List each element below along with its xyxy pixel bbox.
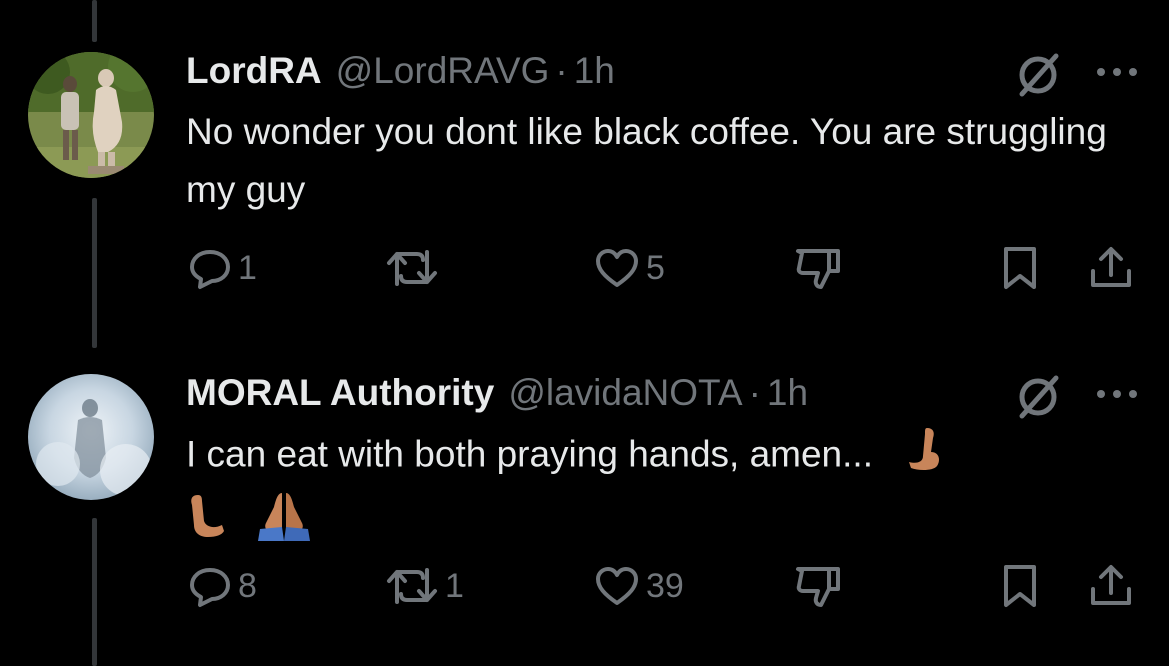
reply-count: 1 [238,248,257,287]
thumbs-down-icon [796,567,840,607]
heart-icon [596,249,638,287]
tweet-2[interactable]: MORAL Authority @lavidaNOTA · 1h I can e… [0,330,1169,666]
like-count: 5 [646,248,665,287]
timestamp[interactable]: 1h [574,50,615,92]
timestamp[interactable]: 1h [767,372,808,414]
tweet-actions: 1 5 [0,238,1169,298]
avatar[interactable] [28,52,154,178]
bookmark-button[interactable] [1000,556,1040,616]
retweet-icon [387,568,437,604]
retweet-button[interactable] [385,238,445,298]
folded-hands-emoji [256,489,312,558]
tweet-actions: 8 1 39 [0,556,1169,616]
display-name[interactable]: MORAL Authority [186,372,494,414]
reply-count: 8 [238,566,257,605]
reply-button[interactable]: 1 [188,238,257,298]
tweet-text: I can eat with both praying hands, amen.… [186,424,1146,558]
grok-icon[interactable] [1014,51,1062,99]
share-icon [1091,247,1131,287]
tweet-header: MORAL Authority @lavidaNOTA · 1h [186,372,808,414]
tweet-1[interactable]: LordRA @LordRAVG · 1h No wonder you dont… [0,0,1169,330]
retweet-icon [387,250,437,286]
tweet-text: No wonder you dont like black coffee. Yo… [186,111,1107,210]
share-icon [1091,565,1131,605]
tweet-header: LordRA @LordRAVG · 1h [186,50,615,92]
reply-button[interactable]: 8 [188,556,257,616]
more-options-icon[interactable] [1094,62,1140,82]
separator: · [748,372,761,413]
flexed-biceps-left-emoji [186,491,226,556]
more-options-icon[interactable] [1094,384,1140,404]
share-button[interactable] [1088,238,1134,298]
flexed-biceps-right-emoji [905,424,945,489]
user-handle[interactable]: @lavidaNOTA [508,372,742,414]
thumbs-down-icon [796,249,840,289]
like-button[interactable]: 5 [594,238,665,298]
user-handle[interactable]: @LordRAVG [336,50,550,92]
tweet-text-body: I can eat with both praying hands, amen.… [186,433,873,475]
retweet-button[interactable]: 1 [385,556,464,616]
bookmark-icon [1004,565,1036,607]
downvote-button[interactable] [793,238,843,298]
reply-icon [190,568,230,607]
grok-icon[interactable] [1014,373,1062,421]
retweet-count: 1 [445,566,464,605]
separator: · [555,50,568,91]
display-name[interactable]: LordRA [186,50,322,92]
bookmark-icon [1004,247,1036,289]
reply-icon [190,250,230,289]
like-button[interactable]: 39 [594,556,684,616]
like-count: 39 [646,566,684,605]
share-button[interactable] [1088,556,1134,616]
heart-icon [596,567,638,605]
bookmark-button[interactable] [1000,238,1040,298]
avatar[interactable] [28,374,154,500]
downvote-button[interactable] [793,556,843,616]
